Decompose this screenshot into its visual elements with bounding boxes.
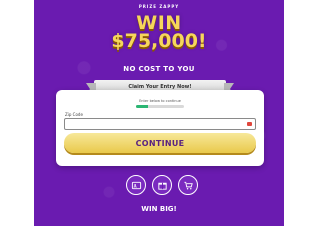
progress-bar <box>136 105 184 108</box>
feature-icons-row <box>122 175 202 197</box>
shopping-cart-icon <box>178 175 198 195</box>
prize-headline: WIN $75,000! <box>34 14 284 51</box>
id-card-icon <box>126 175 146 195</box>
zip-code-field[interactable] <box>64 118 256 130</box>
headline-amount: $75,000! <box>111 30 207 52</box>
entry-form-card: Enter below to continue Zip Code <box>56 90 264 166</box>
progress-label: Enter below to continue <box>139 99 181 103</box>
brand-logo: PRIZE ZAPPY <box>138 4 180 9</box>
gift-box-icon <box>152 175 172 195</box>
continue-button[interactable]: CONTINUE <box>64 133 256 153</box>
win-big-text: WIN BIG! <box>141 205 177 213</box>
subheadline: NO COST TO YOU <box>123 65 195 73</box>
autofill-icon <box>247 122 252 126</box>
zip-code-label: Zip Code <box>65 112 83 117</box>
zip-code-input[interactable] <box>68 120 238 128</box>
progress-fill <box>136 105 148 108</box>
